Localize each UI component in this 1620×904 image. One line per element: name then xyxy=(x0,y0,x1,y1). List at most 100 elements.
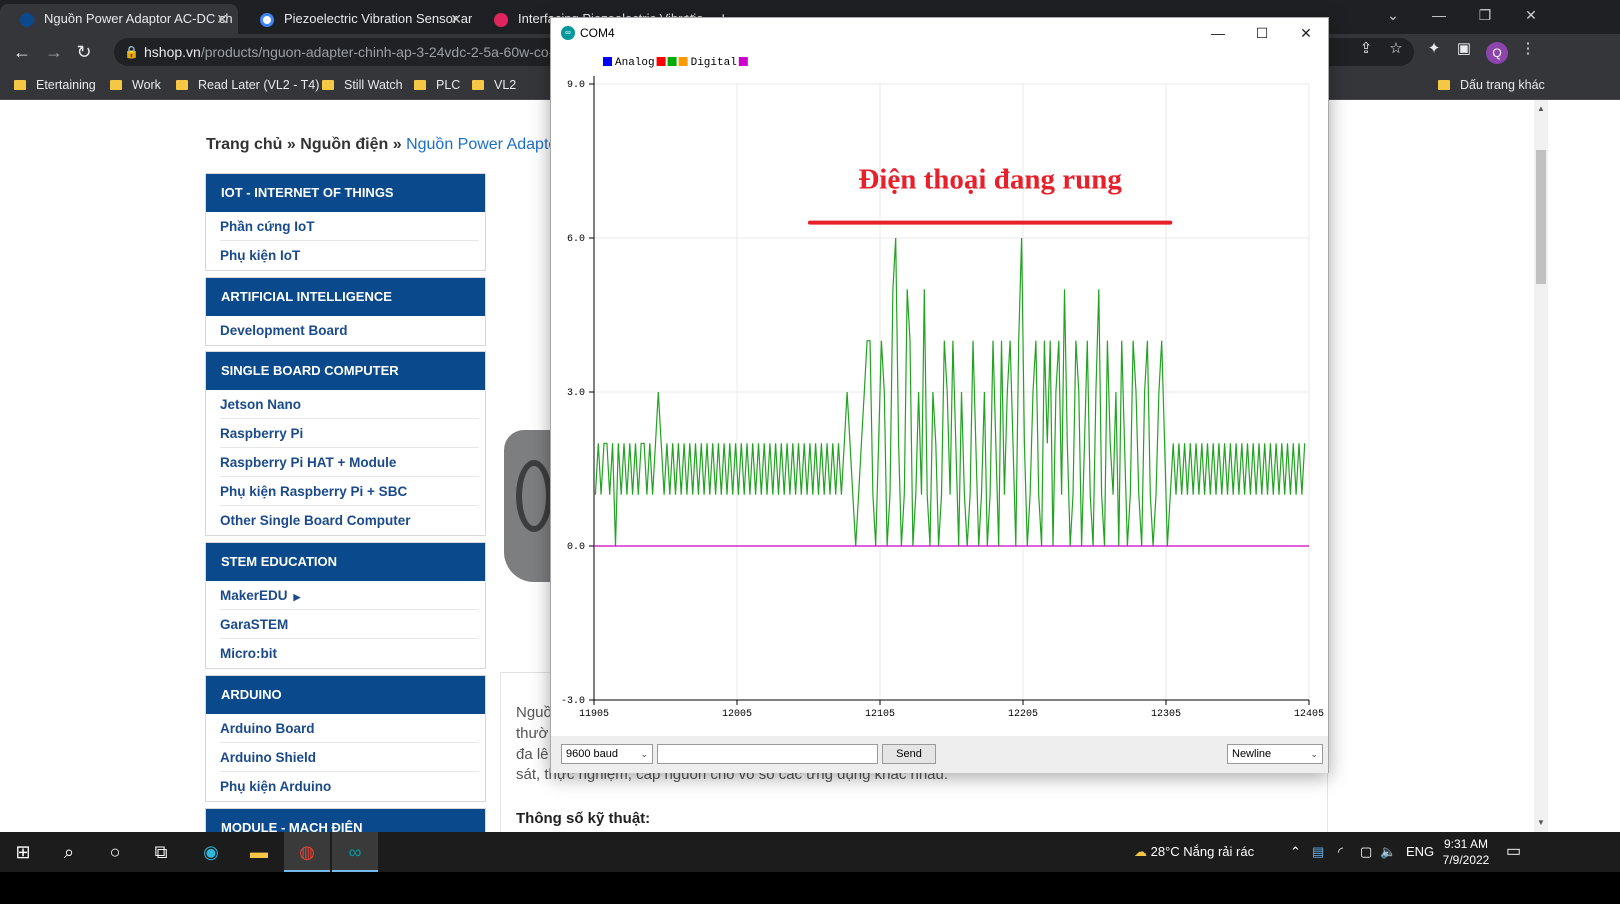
y-tick-label: 6.0 xyxy=(567,234,585,245)
forward-arrow-icon[interactable]: → xyxy=(42,40,66,64)
tray-app-icon[interactable]: ▤ xyxy=(1312,832,1324,872)
other-bookmarks[interactable]: Dấu trang khác xyxy=(1438,70,1545,100)
reload-icon[interactable]: ↻ xyxy=(72,40,96,64)
legend-swatch xyxy=(603,57,612,66)
category-item[interactable]: Phụ kiện IoT xyxy=(220,241,479,270)
product-image[interactable] xyxy=(504,430,554,582)
volume-icon[interactable]: 🔈 xyxy=(1380,832,1396,872)
category-item[interactable]: Phần cứng IoT xyxy=(220,212,479,241)
category-item[interactable]: Jetson Nano xyxy=(220,390,479,419)
breadcrumb-category[interactable]: Nguồn điện xyxy=(300,136,388,153)
scroll-down-arrow-icon[interactable]: ▼ xyxy=(1535,818,1547,827)
category-title[interactable]: ARTIFICIAL INTELLIGENCE xyxy=(206,278,485,316)
bookmark-etertaining[interactable]: Etertaining xyxy=(14,70,96,100)
browser-close-button[interactable]: ✕ xyxy=(1508,0,1554,30)
lock-icon: 🔒 xyxy=(124,45,139,59)
bookmark-label: Still Watch xyxy=(344,78,403,92)
category-title[interactable]: IOT - INTERNET OF THINGS xyxy=(206,174,485,212)
browser-minimize-button[interactable]: — xyxy=(1416,0,1462,30)
serial-plotter-window: ∞ COM4 — ☐ ✕ 11905 12005 12105 12205 12305 12… xyxy=(550,17,1329,773)
extensions-icon[interactable]: ✦ xyxy=(1424,39,1444,59)
send-button[interactable]: Send xyxy=(882,744,936,764)
close-tab-icon[interactable]: ✕ xyxy=(450,4,462,34)
arduino-taskbar-icon[interactable]: ∞ xyxy=(332,832,378,872)
file-explorer-icon[interactable]: ▬ xyxy=(236,832,282,872)
bookmark-label: Read Later (VL2 - T4) xyxy=(198,78,320,92)
folder-icon xyxy=(414,80,426,90)
profile-avatar[interactable]: Q xyxy=(1486,42,1508,64)
tab-search-icon[interactable]: ⌄ xyxy=(1370,0,1416,30)
send-input[interactable] xyxy=(657,744,878,764)
category-title[interactable]: STEM EDUCATION xyxy=(206,543,485,581)
category-item[interactable]: Raspberry Pi xyxy=(220,419,479,448)
plotter-footer: 9600 baud ⌄ Send Newline ⌄ xyxy=(551,736,1328,773)
category-item[interactable]: Arduino Shield xyxy=(220,743,479,772)
back-arrow-icon[interactable]: ← xyxy=(10,40,34,64)
annotation-text: Điện thoại đang rung xyxy=(858,164,1122,196)
x-tick-label: 12405 xyxy=(1294,709,1324,720)
breadcrumb-current[interactable]: Nguồn Power Adaptor xyxy=(406,136,563,153)
bookmark-work[interactable]: Work xyxy=(110,70,161,100)
bookmark-plc[interactable]: PLC xyxy=(414,70,460,100)
category-item[interactable]: Micro:bit xyxy=(220,639,479,668)
line-ending-select[interactable]: Newline ⌄ xyxy=(1227,744,1323,764)
clock[interactable]: 9:31 AM 7/9/2022 xyxy=(1440,836,1492,868)
tab-nguon-power-adaptor[interactable]: Nguồn Power Adaptor AC-DC ch ✕ xyxy=(0,4,238,34)
line-ending-value: Newline xyxy=(1232,748,1272,760)
page-scrollbar[interactable]: ▲ ▼ xyxy=(1534,100,1548,832)
category-title[interactable]: SINGLE BOARD COMPUTER xyxy=(206,352,485,390)
breadcrumb: Trang chủ » Nguồn điện » Nguồn Power Ada… xyxy=(206,136,563,154)
tray-chevron-icon[interactable]: ⌃ xyxy=(1290,832,1301,872)
address-host: hshop.vn xyxy=(144,44,201,60)
share-icon[interactable]: ⇪ xyxy=(1356,39,1376,59)
x-tick-label: 12105 xyxy=(865,709,895,720)
bookmark-still-watch[interactable]: Still Watch xyxy=(322,70,403,100)
plotter-close-button[interactable]: ✕ xyxy=(1284,18,1328,48)
chevron-down-icon: ⌄ xyxy=(640,749,648,759)
x-tick-label: 12005 xyxy=(722,709,752,720)
tab-piezo-sensor[interactable]: Piezoelectric Vibration Sensor ar ✕ xyxy=(240,4,472,34)
weather-text: 28°C Nắng rải rác xyxy=(1150,844,1255,859)
wifi-icon[interactable]: ◜ xyxy=(1338,832,1343,872)
category-item[interactable]: Arduino Board xyxy=(220,714,479,743)
task-view-icon[interactable]: ⧉ xyxy=(138,832,184,872)
plotter-maximize-button[interactable]: ☐ xyxy=(1240,18,1284,48)
close-tab-icon[interactable]: ✕ xyxy=(216,4,228,34)
folder-icon xyxy=(1438,80,1450,90)
category-item[interactable]: MakerEDU ▶ xyxy=(220,581,479,610)
menu-kebab-icon[interactable]: ⋮ xyxy=(1518,39,1538,59)
category-title[interactable]: MODULE - MẠCH ĐIỆN xyxy=(206,809,485,832)
bookmark-vl2[interactable]: VL2 xyxy=(472,70,516,100)
windows-start-icon[interactable]: ⊞ xyxy=(0,832,46,872)
meet-now-icon[interactable]: ▢ xyxy=(1360,832,1372,872)
search-icon[interactable]: ⌕ xyxy=(46,832,92,872)
bookmark-star-icon[interactable]: ☆ xyxy=(1386,39,1406,59)
side-panel-icon[interactable]: ▣ xyxy=(1454,39,1474,59)
google-favicon-icon xyxy=(260,13,274,27)
edge-icon[interactable]: ◉ xyxy=(188,832,234,872)
language-indicator[interactable]: ENG xyxy=(1406,832,1434,872)
category-item[interactable]: Development Board xyxy=(220,316,479,345)
category-item[interactable]: GaraSTEM xyxy=(220,610,479,639)
cloud-sun-icon: ☁ xyxy=(1134,844,1147,859)
browser-restore-button[interactable]: ❐ xyxy=(1462,0,1508,30)
weather-widget[interactable]: ☁ 28°C Nắng rải rác xyxy=(1134,832,1254,872)
category-item[interactable]: Phụ kiện Raspberry Pi + SBC xyxy=(220,477,479,506)
bookmark-read-later[interactable]: Read Later (VL2 - T4) xyxy=(176,70,319,100)
category-item[interactable]: Phụ kiện Arduino xyxy=(220,772,479,801)
scrollbar-thumb[interactable] xyxy=(1536,150,1546,284)
chrome-icon[interactable]: ◍ xyxy=(284,832,330,872)
category-item[interactable]: Other Single Board Computer xyxy=(220,506,479,535)
category-title[interactable]: ARDUINO xyxy=(206,676,485,714)
category-item[interactable]: Raspberry Pi HAT + Module xyxy=(220,448,479,477)
cortana-icon[interactable]: ○ xyxy=(92,832,138,872)
baud-select[interactable]: 9600 baud ⌄ xyxy=(561,744,653,764)
notifications-icon[interactable]: ▭ xyxy=(1506,832,1521,872)
category-stem: STEM EDUCATION MakerEDU ▶ GaraSTEM Micro:… xyxy=(205,542,486,669)
category-module: MODULE - MẠCH ĐIỆN xyxy=(205,808,486,832)
folder-icon xyxy=(472,80,484,90)
scroll-up-arrow-icon[interactable]: ▲ xyxy=(1535,104,1547,113)
screen: Nguồn Power Adaptor AC-DC ch ✕ Piezoelec… xyxy=(0,0,1620,904)
plotter-minimize-button[interactable]: — xyxy=(1196,18,1240,48)
breadcrumb-home[interactable]: Trang chủ xyxy=(206,136,282,153)
